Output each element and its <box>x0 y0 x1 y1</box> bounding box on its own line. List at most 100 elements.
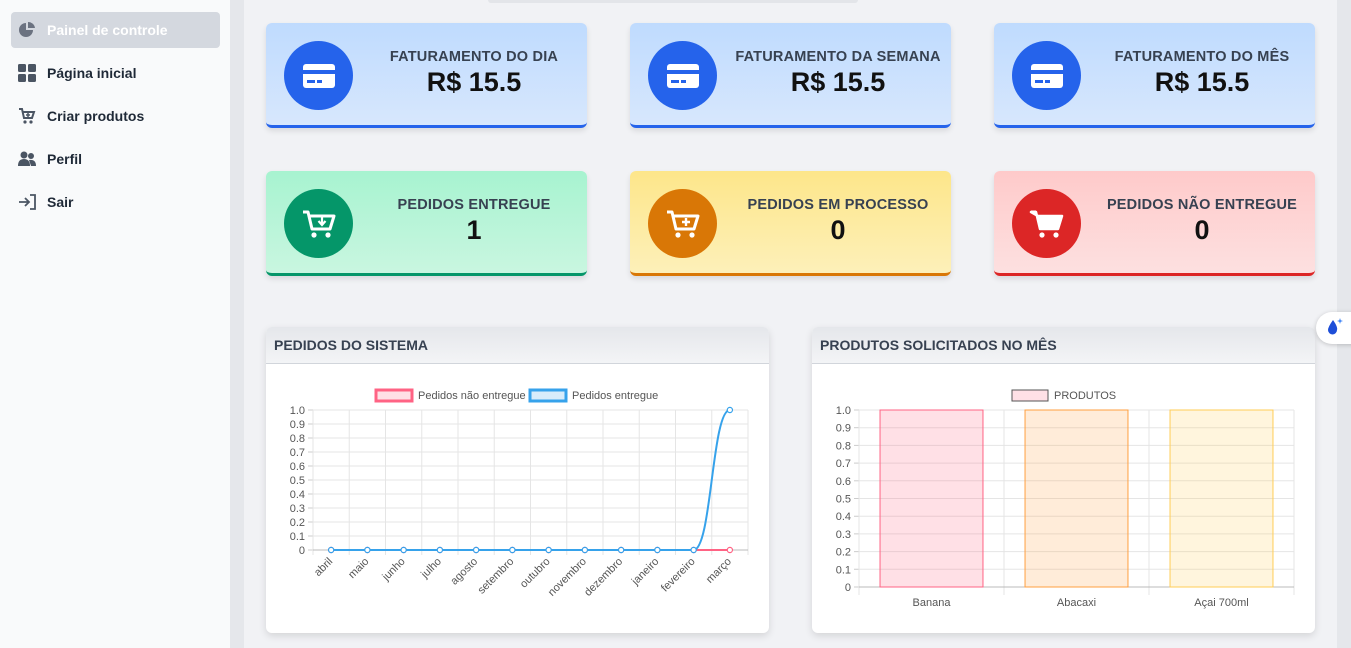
x-tick-label: maio <box>346 556 371 581</box>
x-tick-label: novembro <box>546 556 589 599</box>
cart-download-icon <box>284 189 353 258</box>
x-tick-label: junho <box>380 556 408 584</box>
y-tick-label: 0.3 <box>290 503 305 515</box>
sidebar-item-home[interactable]: Página inicial <box>11 55 220 91</box>
data-point <box>581 546 589 554</box>
y-tick-label: 0.1 <box>836 564 851 576</box>
sidebar-item-label: Sair <box>47 194 74 210</box>
data-point <box>726 546 734 554</box>
pie-chart-icon <box>18 21 36 39</box>
orders-chart-panel: PEDIDOS DO SISTEMA Pedidos não entregue P… <box>266 327 769 633</box>
legend-swatch <box>528 388 568 403</box>
legend-swatch <box>374 388 414 403</box>
y-tick-label: 0.4 <box>290 489 305 501</box>
y-tick-label: 0.6 <box>290 461 305 473</box>
data-point <box>327 546 335 554</box>
credit-card-icon <box>648 41 717 110</box>
y-tick-label: 1.0 <box>836 405 851 417</box>
card-value: R$ 15.5 <box>1154 67 1250 97</box>
products-bar-chart: PRODUTOS 1.0 0.9 0.8 0.7 0.6 0.5 0.4 0.3 0.2 0.1 0 B… <box>836 389 1295 609</box>
sidebar-item-label: Painel de controle <box>47 22 168 38</box>
x-tick-label: Açai 700ml <box>1194 597 1248 609</box>
data-point <box>436 546 444 554</box>
legend-label: Pedidos entregue <box>572 390 658 402</box>
x-tick-label: abril <box>312 556 335 579</box>
card-title: FATURAMENTO DA SEMANA <box>735 49 941 65</box>
card-value: R$ 15.5 <box>790 67 886 97</box>
cart-plus-icon <box>648 189 717 258</box>
y-tick-label: 0.7 <box>290 447 305 459</box>
data-point <box>545 546 552 554</box>
billing-week-card: FATURAMENTO DA SEMANA R$ 15.5 <box>630 23 951 128</box>
x-tick-label: dezembro <box>582 556 625 599</box>
y-tick-label: 0.9 <box>836 423 851 435</box>
credit-card-icon <box>284 41 353 110</box>
data-point <box>364 546 371 554</box>
y-tick-label: 0.5 <box>836 494 851 506</box>
x-tick-label: julho <box>418 556 444 582</box>
sidebar-item-logout[interactable]: Sair <box>11 184 220 220</box>
sidebar-item-profile[interactable]: Perfil <box>11 141 220 177</box>
panel-title: PEDIDOS DO SISTEMA <box>266 327 769 364</box>
y-tick-label: 0.1 <box>290 531 305 543</box>
card-value: 0 <box>1194 215 1210 245</box>
data-point <box>726 406 734 414</box>
data-point <box>400 546 407 554</box>
y-tick-label: 0.5 <box>290 475 305 487</box>
grid-icon <box>18 64 36 82</box>
card-title: PEDIDOS NÃO ENTREGUE <box>1106 197 1298 213</box>
sidebar-item-label: Página inicial <box>47 65 137 81</box>
card-title: FATURAMENTO DO MÊS <box>1114 49 1290 65</box>
y-tick-label: 0 <box>299 545 305 557</box>
x-tick-label: agosto <box>448 556 480 588</box>
y-tick-label: 0.2 <box>290 517 305 529</box>
sign-out-icon <box>18 193 36 211</box>
card-value: 0 <box>830 215 846 245</box>
x-tick-label: fevereiro <box>659 556 698 595</box>
data-point <box>690 546 697 554</box>
orders-processing-card: PEDIDOS EM PROCESSO 0 <box>630 171 951 276</box>
y-tick-label: 0.7 <box>836 458 851 470</box>
y-tick-label: 0.9 <box>290 419 305 431</box>
card-value: R$ 15.5 <box>426 67 522 97</box>
card-title: FATURAMENTO DO DIA <box>389 49 559 65</box>
y-tick-label: 0.3 <box>836 529 851 541</box>
y-tick-label: 0.6 <box>836 476 851 488</box>
y-tick-label: 0.4 <box>836 511 851 523</box>
y-tick-label: 0 <box>845 582 851 594</box>
legend-label: PRODUTOS <box>1054 390 1116 402</box>
water-drop-icon <box>1324 316 1344 341</box>
orders-not-delivered-card: PEDIDOS NÃO ENTREGUE 0 <box>994 171 1315 276</box>
cart-add-icon <box>18 107 36 125</box>
cart-icon <box>1012 189 1081 258</box>
y-tick-label: 1.0 <box>290 405 305 417</box>
y-tick-label: 0.8 <box>290 433 305 445</box>
sidebar-item-create-products[interactable]: Criar produtos <box>11 98 220 134</box>
x-tick-label: janeiro <box>629 556 662 589</box>
assistant-float-button[interactable] <box>1316 312 1351 344</box>
orders-line-chart: Pedidos não entregue Pedidos entregue 1.0 0… <box>290 388 749 599</box>
sidebar-item-dashboard[interactable]: Painel de controle <box>11 12 220 48</box>
x-tick-label: Banana <box>913 597 952 609</box>
sidebar-item-label: Criar produtos <box>47 108 145 124</box>
data-point <box>509 546 516 554</box>
y-tick-label: 0.2 <box>836 547 851 559</box>
products-chart-panel: PRODUTOS SOLICITADOS NO MÊS PRODUTOS 1.0 0… <box>812 327 1315 633</box>
data-point <box>654 546 661 554</box>
y-tick-label: 0.8 <box>836 440 851 452</box>
users-icon <box>18 150 36 168</box>
legend-label: Pedidos não entregue <box>418 390 526 402</box>
x-tick-label: Abacaxi <box>1057 597 1096 609</box>
billing-month-card: FATURAMENTO DO MÊS R$ 15.5 <box>994 23 1315 128</box>
credit-card-icon <box>1012 41 1081 110</box>
panel-title: PRODUTOS SOLICITADOS NO MÊS <box>812 327 1315 364</box>
sidebar: Painel de controle Página inicial Criar … <box>0 0 230 648</box>
legend-swatch <box>1011 389 1049 402</box>
sidebar-item-label: Perfil <box>47 151 83 167</box>
x-tick-label: setembro <box>476 556 517 597</box>
x-tick-label: outubro <box>518 556 553 591</box>
bar <box>1169 409 1274 588</box>
data-point <box>472 546 480 554</box>
x-tick-label: março <box>704 556 734 586</box>
billing-day-card: FATURAMENTO DO DIA R$ 15.5 <box>266 23 587 128</box>
